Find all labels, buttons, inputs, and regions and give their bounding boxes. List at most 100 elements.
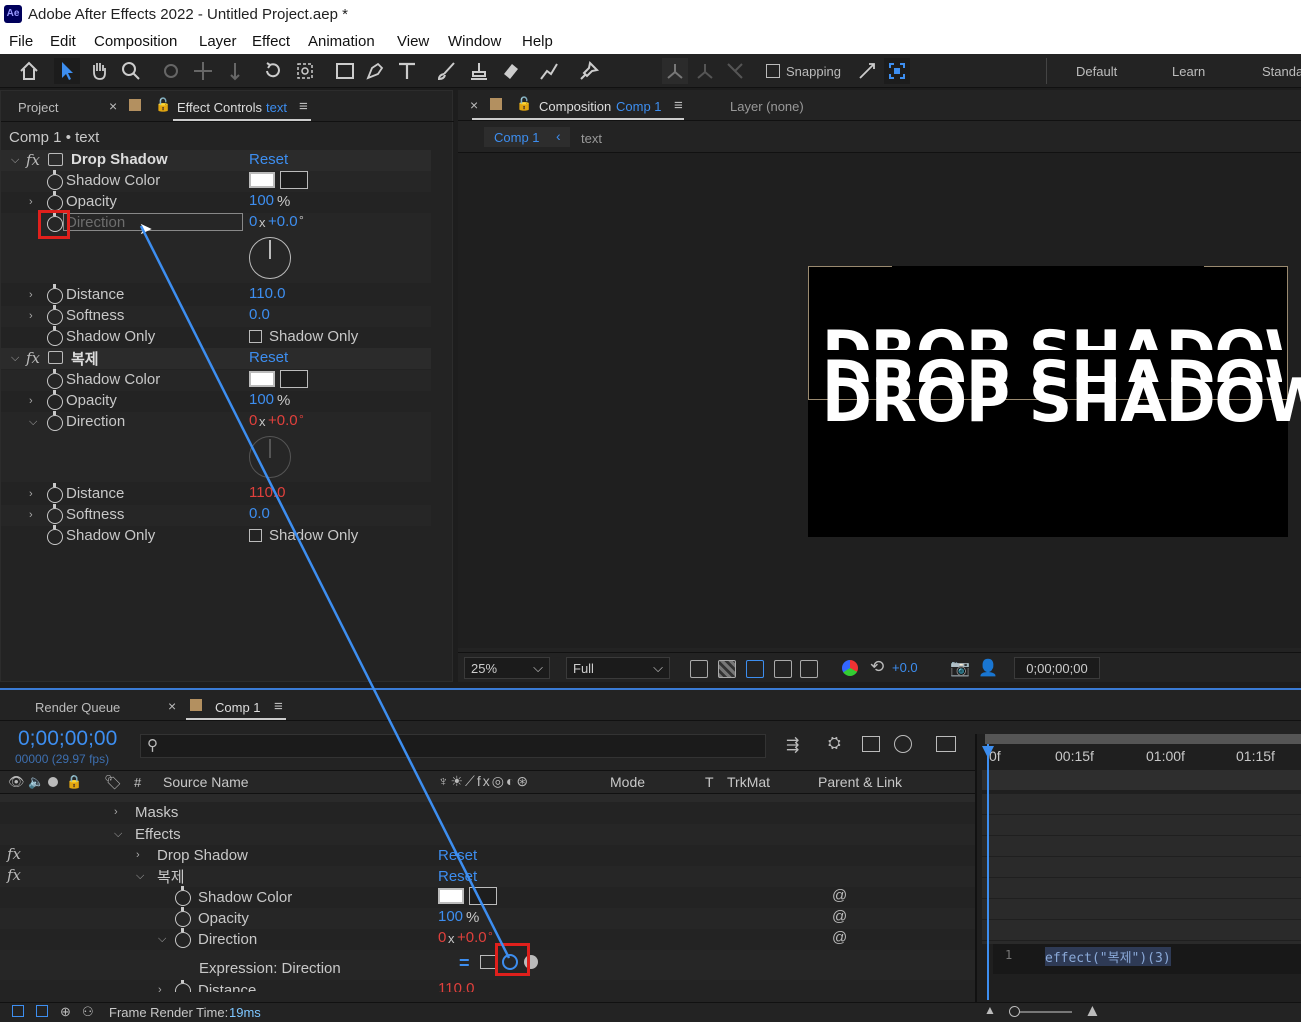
reset-link[interactable]: Reset bbox=[249, 349, 288, 366]
solo-icon[interactable] bbox=[48, 777, 58, 787]
tab-effect-target[interactable]: text bbox=[266, 100, 287, 115]
lock-icon[interactable]: 🔓 bbox=[155, 97, 171, 113]
stopwatch-icon[interactable] bbox=[47, 525, 63, 545]
color-swatch[interactable] bbox=[438, 888, 464, 904]
zoom-in-icon[interactable]: ▲ bbox=[1084, 1001, 1101, 1021]
stopwatch-icon[interactable] bbox=[47, 390, 63, 410]
chevron-down-icon[interactable]: ⌵ bbox=[136, 870, 144, 883]
resolution-dropdown[interactable]: Full ⌵ bbox=[566, 657, 670, 679]
current-time[interactable]: 0;00;00;00 bbox=[18, 727, 117, 751]
chevron-right-icon[interactable]: › bbox=[29, 488, 33, 500]
shadow-only-checkbox[interactable] bbox=[249, 330, 262, 343]
fast-preview-icon[interactable] bbox=[690, 660, 708, 678]
work-area-bar[interactable] bbox=[985, 734, 1301, 744]
workspace-default[interactable]: Default bbox=[1076, 64, 1117, 79]
rectangle-tool-icon[interactable] bbox=[332, 58, 358, 84]
stopwatch-icon[interactable] bbox=[175, 907, 191, 927]
opacity-value[interactable]: 100 bbox=[438, 908, 463, 925]
current-time-display[interactable]: 0;00;00;00 bbox=[1014, 657, 1100, 679]
zoom-dropdown[interactable]: 25% ⌵ bbox=[464, 657, 550, 679]
stopwatch-icon[interactable] bbox=[175, 928, 191, 948]
home-icon[interactable] bbox=[16, 58, 42, 84]
local-axis-icon[interactable] bbox=[662, 58, 688, 84]
render-time-toggle-icon[interactable]: ⚇ bbox=[82, 1004, 94, 1020]
chevron-right-icon[interactable]: › bbox=[29, 196, 33, 208]
softness-value[interactable]: 0.0 bbox=[249, 505, 270, 522]
selection-tool-icon[interactable] bbox=[54, 58, 80, 84]
close-icon[interactable]: × bbox=[109, 98, 117, 114]
column-source-name[interactable]: Source Name bbox=[163, 774, 249, 790]
reset-link[interactable]: Reset bbox=[438, 868, 477, 885]
direction-degrees[interactable]: +0.0 bbox=[457, 929, 487, 946]
snap-edges-icon[interactable] bbox=[854, 58, 880, 84]
column-trkmat[interactable]: TrkMat bbox=[727, 774, 770, 790]
softness-value[interactable]: 0.0 bbox=[249, 306, 270, 323]
direction-revolutions[interactable]: 0 bbox=[249, 412, 257, 429]
layer-row-partial[interactable] bbox=[0, 794, 975, 802]
roto-brush-tool-icon[interactable] bbox=[536, 58, 562, 84]
close-icon[interactable]: × bbox=[470, 97, 478, 113]
expression-editor[interactable]: 1 effect("복제")(3) bbox=[993, 944, 1301, 974]
audio-icon[interactable]: 🔈 bbox=[28, 774, 44, 790]
fx-icon[interactable]: fx bbox=[26, 349, 40, 367]
fx-icon[interactable]: fx bbox=[7, 866, 21, 884]
eyedropper-icon[interactable] bbox=[280, 171, 308, 189]
opacity-value[interactable]: 100 bbox=[249, 192, 274, 209]
brush-tool-icon[interactable] bbox=[434, 58, 460, 84]
stopwatch-icon[interactable] bbox=[47, 191, 63, 211]
chevron-right-icon[interactable]: › bbox=[114, 806, 118, 818]
tab-effect-controls[interactable]: Effect Controls bbox=[177, 100, 262, 115]
pan-behind-tool-icon[interactable] bbox=[292, 58, 318, 84]
tab-layer[interactable]: Layer (none) bbox=[730, 99, 804, 114]
menu-layer[interactable]: Layer bbox=[199, 33, 237, 50]
channel-icon[interactable] bbox=[842, 660, 858, 676]
chevron-down-icon[interactable]: ⌵ bbox=[11, 352, 19, 365]
chevron-down-icon[interactable]: ⌵ bbox=[158, 933, 166, 946]
zoom-out-icon[interactable]: ▲ bbox=[984, 1003, 996, 1017]
distance-row[interactable]: › Distance 110.0 bbox=[0, 980, 975, 992]
transfer-controls-toggle-icon[interactable] bbox=[36, 1005, 48, 1017]
dolly-camera-icon[interactable] bbox=[222, 58, 248, 84]
stopwatch-icon[interactable] bbox=[47, 284, 63, 304]
stopwatch-icon[interactable] bbox=[47, 305, 63, 325]
tab-comp-name[interactable]: Comp 1 bbox=[616, 99, 662, 114]
stopwatch-icon[interactable] bbox=[175, 980, 191, 992]
snapshot-camera-icon[interactable]: 📷 bbox=[950, 658, 970, 678]
bokje-row[interactable]: fx ⌵ 복제 Reset bbox=[0, 866, 975, 887]
graph-editor-icon[interactable] bbox=[936, 736, 956, 752]
tab-composition[interactable]: Composition bbox=[539, 99, 611, 114]
show-snapshot-icon[interactable]: 👤 bbox=[978, 658, 998, 678]
opacity-row[interactable]: Opacity 100 % @ bbox=[0, 907, 975, 929]
opacity-value[interactable]: 100 bbox=[249, 391, 274, 408]
chevron-right-icon[interactable]: › bbox=[29, 395, 33, 407]
zoom-tool-icon[interactable] bbox=[118, 58, 144, 84]
menu-animation[interactable]: Animation bbox=[308, 33, 375, 50]
frame-blending-icon[interactable] bbox=[862, 736, 880, 752]
time-graph[interactable]: 0f 00:15f 01:00f 01:15f 1 effect("복제")(3… bbox=[975, 734, 1301, 1004]
masks-row[interactable]: › Masks bbox=[0, 802, 975, 823]
tab-comp[interactable]: Comp 1 bbox=[215, 700, 261, 715]
color-swatch[interactable] bbox=[249, 172, 275, 188]
region-of-interest-icon[interactable] bbox=[774, 660, 792, 678]
menu-edit[interactable]: Edit bbox=[50, 33, 76, 50]
expression-graph-icon[interactable] bbox=[480, 955, 496, 969]
direction-revolutions[interactable]: 0 bbox=[249, 213, 257, 230]
direction-degrees[interactable]: +0.0 bbox=[268, 412, 298, 429]
stopwatch-icon[interactable] bbox=[47, 326, 63, 346]
workspace-learn[interactable]: Learn bbox=[1172, 64, 1205, 79]
motion-blur-icon[interactable] bbox=[894, 735, 912, 753]
parent-pickwhip-icon[interactable]: @ bbox=[832, 887, 847, 904]
chevron-right-icon[interactable]: › bbox=[158, 984, 162, 992]
pan-camera-icon[interactable] bbox=[190, 58, 216, 84]
exposure-icon[interactable]: ⟲ bbox=[870, 657, 884, 677]
tab-project[interactable]: Project bbox=[18, 100, 58, 115]
stopwatch-icon[interactable] bbox=[47, 369, 63, 389]
layer-duration-bar[interactable] bbox=[982, 770, 1301, 790]
menu-help[interactable]: Help bbox=[522, 33, 553, 50]
direction-row[interactable]: ⌵ Direction 0 x +0.0 ° @ bbox=[0, 928, 975, 950]
direction-degrees[interactable]: +0.0 bbox=[268, 213, 298, 230]
composition-canvas[interactable]: DROP SHADOW DROP SHADOW DROP SHADOW bbox=[808, 266, 1301, 537]
shadow-only-checkbox[interactable] bbox=[249, 529, 262, 542]
chevron-right-icon[interactable]: › bbox=[29, 509, 33, 521]
distance-value[interactable]: 110.0 bbox=[249, 285, 285, 302]
